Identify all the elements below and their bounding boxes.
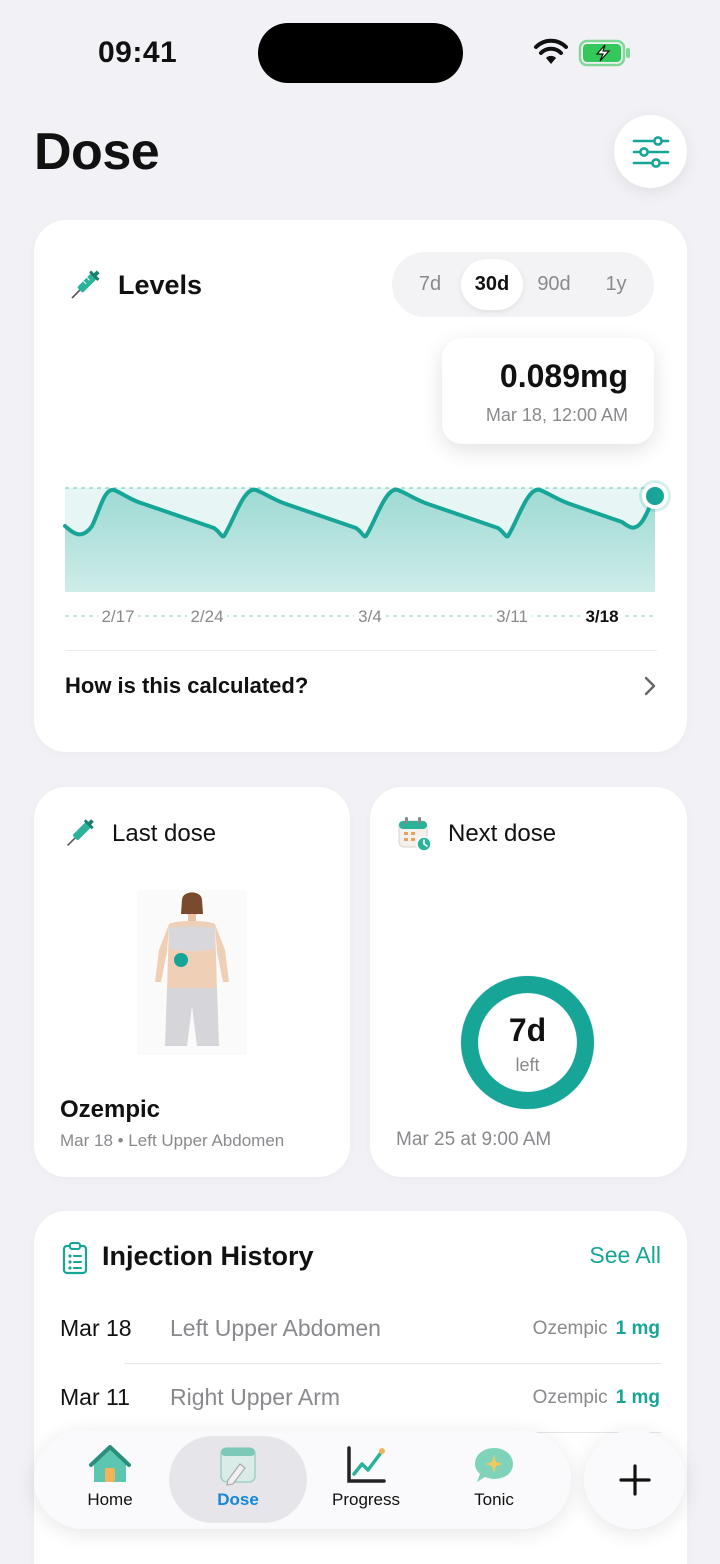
tab-dose[interactable]: Dose — [169, 1436, 307, 1523]
tab-bar: Home Dose Progress Tonic — [34, 1430, 571, 1529]
x-tick-label: 3/11 — [496, 607, 528, 626]
history-site: Left Upper Abdomen — [170, 1315, 381, 1341]
clipboard-list-icon — [62, 1242, 88, 1275]
next-dose-time: Mar 25 at 9:00 AM — [396, 1129, 552, 1150]
chart-icon — [347, 1446, 386, 1483]
history-med: Ozempic — [532, 1317, 608, 1339]
history-date: Mar 11 — [60, 1384, 130, 1410]
history-row[interactable]: Mar 11 Right Upper Arm Ozempic 1 mg — [60, 1363, 660, 1432]
chart-current-point — [642, 483, 668, 509]
next-dose-card[interactable]: Next dose 7d left Mar 25 at 9:00 AM — [370, 787, 687, 1177]
tooltip-value: 0.089mg — [499, 358, 628, 394]
last-dose-card[interactable]: Last dose Ozempic Mar 18 • Left Upper Ab… — [34, 787, 350, 1177]
status-bar: 09:41 — [0, 0, 720, 100]
x-tick-label-current: 3/18 — [585, 607, 618, 626]
range-tab-30d[interactable]: 30d — [461, 259, 523, 310]
history-date: Mar 18 — [60, 1315, 132, 1341]
level-tooltip: 0.089mg Mar 18, 12:00 AM — [442, 338, 654, 444]
range-selector: 7d 30d 90d 1y — [392, 252, 654, 317]
syringe-icon — [71, 270, 100, 299]
chat-sparkle-icon — [475, 1448, 513, 1482]
tab-progress[interactable]: Progress — [297, 1436, 435, 1523]
syringe-icon — [67, 819, 94, 846]
tooltip-date: Mar 18, 12:00 AM — [485, 405, 628, 425]
next-dose-title: Next dose — [448, 820, 557, 847]
tab-home[interactable]: Home — [41, 1436, 179, 1523]
see-all-link[interactable]: See All — [589, 1242, 661, 1269]
tab-label: Tonic — [474, 1490, 514, 1509]
wifi-icon — [534, 38, 568, 64]
tab-label: Dose — [217, 1490, 259, 1509]
last-dose-medication: Ozempic — [60, 1096, 161, 1123]
x-tick-label: 3/4 — [358, 607, 382, 626]
range-tab-90d[interactable]: 90d — [523, 259, 585, 310]
history-title: Injection History — [102, 1241, 314, 1271]
levels-card: Levels 7d 30d 90d 1y 0.089mg Mar 18, 12:… — [34, 220, 687, 752]
range-tab-1y[interactable]: 1y — [585, 259, 647, 310]
history-amount: 1 mg — [615, 1317, 660, 1339]
last-dose-title: Last dose — [112, 820, 217, 847]
levels-chart[interactable]: 2/17 2/24 3/4 3/11 3/18 — [34, 470, 687, 630]
calendar-clock-icon — [398, 817, 432, 852]
filter-button[interactable] — [614, 115, 687, 188]
x-tick-label: 2/17 — [101, 607, 134, 626]
history-amount: 1 mg — [615, 1386, 660, 1408]
last-dose-detail: Mar 18 • Left Upper Abdomen — [60, 1131, 285, 1150]
battery-charging-icon — [578, 39, 630, 67]
status-time: 09:41 — [98, 36, 178, 69]
tab-label: Progress — [331, 1490, 401, 1509]
chevron-right-icon — [644, 676, 656, 695]
history-med: Ozempic — [532, 1386, 608, 1408]
tab-tonic[interactable]: Tonic — [425, 1436, 563, 1523]
countdown-days: 7d — [508, 1012, 547, 1048]
countdown-unit: left — [515, 1055, 540, 1075]
house-icon — [89, 1445, 131, 1482]
calculation-info-row[interactable]: How is this calculated? — [65, 650, 657, 720]
sliders-icon — [632, 135, 669, 168]
range-tab-7d[interactable]: 7d — [399, 259, 461, 310]
dynamic-island — [258, 23, 463, 83]
x-tick-label: 2/24 — [190, 607, 223, 626]
tab-label: Home — [87, 1490, 133, 1509]
history-site: Right Upper Arm — [170, 1384, 341, 1410]
levels-title: Levels — [118, 270, 203, 300]
plus-icon — [618, 1463, 651, 1496]
notebook-icon — [220, 1447, 256, 1486]
add-dose-button[interactable] — [584, 1430, 685, 1529]
body-diagram-image — [137, 890, 247, 1055]
page-title: Dose — [34, 123, 160, 181]
calc-link-label: How is this calculated? — [65, 672, 309, 698]
history-row[interactable]: Mar 18 Left Upper Abdomen Ozempic 1 mg — [60, 1294, 660, 1363]
